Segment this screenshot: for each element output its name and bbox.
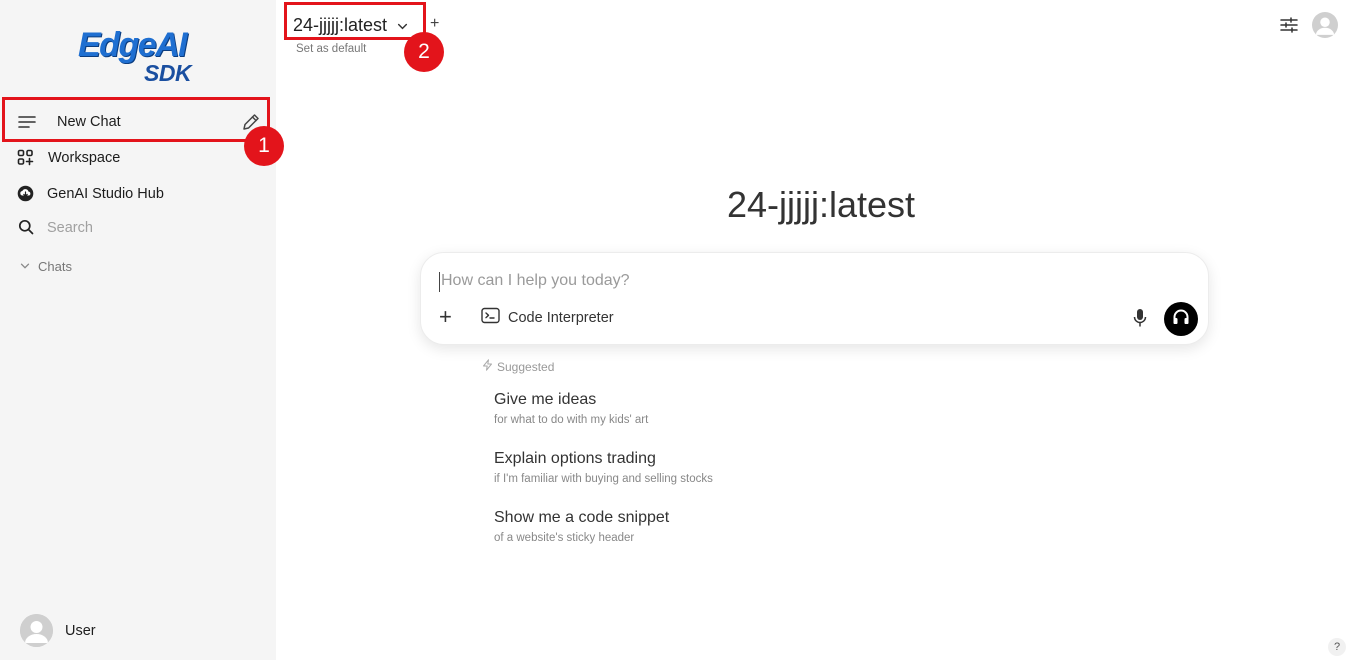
logo-text-edgeai: EdgeAI [78,26,188,64]
top-right-controls [1280,12,1338,43]
add-model-button[interactable]: + [430,15,439,33]
chat-input-card: + Code Interpreter [420,252,1209,345]
highlight-box-1 [2,97,270,142]
headphones-icon [1171,307,1191,332]
add-attachment-button[interactable]: + [439,305,452,329]
chats-label: Chats [38,259,72,274]
lightning-icon [482,359,493,374]
search-icon [18,219,34,235]
suggestion-title: Show me a code snippet [494,509,670,526]
app-window: EdgeAI SDK New Chat 1 Workspace GenAI St… [0,0,1350,660]
voice-mode-button[interactable] [1164,302,1198,336]
chats-section-toggle[interactable]: Chats [0,250,276,282]
suggestion-title: Give me ideas [494,391,597,408]
terminal-icon [481,307,500,328]
suggestion-item[interactable]: Give me ideas for what to do with my kid… [494,391,648,426]
workspace-icon [17,149,34,166]
user-menu-button[interactable]: User [20,614,96,647]
chevron-down-icon [20,261,30,271]
code-interpreter-button[interactable]: Code Interpreter [481,307,614,328]
sidebar: EdgeAI SDK New Chat 1 Workspace GenAI St… [0,0,284,660]
suggested-label: Suggested [497,359,555,374]
settings-sliders-icon[interactable] [1280,17,1298,38]
set-as-default-link[interactable]: Set as default [296,43,366,55]
chat-input[interactable] [441,269,1141,293]
model-title: 24-jjjjj:latest [726,184,916,225]
suggested-heading: Suggested [482,359,554,374]
suggestion-item[interactable]: Show me a code snippet of a website's st… [494,509,669,544]
sidebar-item-label: Workspace [48,150,121,166]
logo-text-sdk: SDK [144,60,192,86]
user-avatar-icon[interactable] [1312,12,1338,43]
annotation-badge-2: 2 [404,32,444,72]
suggestion-subtitle: for what to do with my kids' art [494,414,649,426]
sidebar-item-label: GenAI Studio Hub [47,186,164,202]
code-interpreter-label: Code Interpreter [508,309,614,326]
cloud-download-icon [17,185,34,202]
suggestion-subtitle: of a website's sticky header [494,532,635,544]
edgeai-sdk-logo[interactable]: EdgeAI SDK [78,28,208,86]
avatar [20,614,53,647]
sidebar-search[interactable]: Search [0,211,276,243]
help-button[interactable]: ? [1328,638,1346,656]
suggestion-subtitle: if I'm familiar with buying and selling … [494,473,713,485]
suggestion-title: Explain options trading [494,450,656,467]
user-name: User [65,622,96,639]
suggestion-item[interactable]: Explain options trading if I'm familiar … [494,450,713,485]
highlight-box-2 [284,2,426,40]
sidebar-item-genai-studio-hub[interactable]: GenAI Studio Hub [0,177,276,209]
sidebar-item-workspace[interactable]: Workspace [0,142,276,174]
search-input[interactable]: Search [47,220,93,236]
text-caret [439,272,440,292]
microphone-icon[interactable] [1133,308,1147,333]
